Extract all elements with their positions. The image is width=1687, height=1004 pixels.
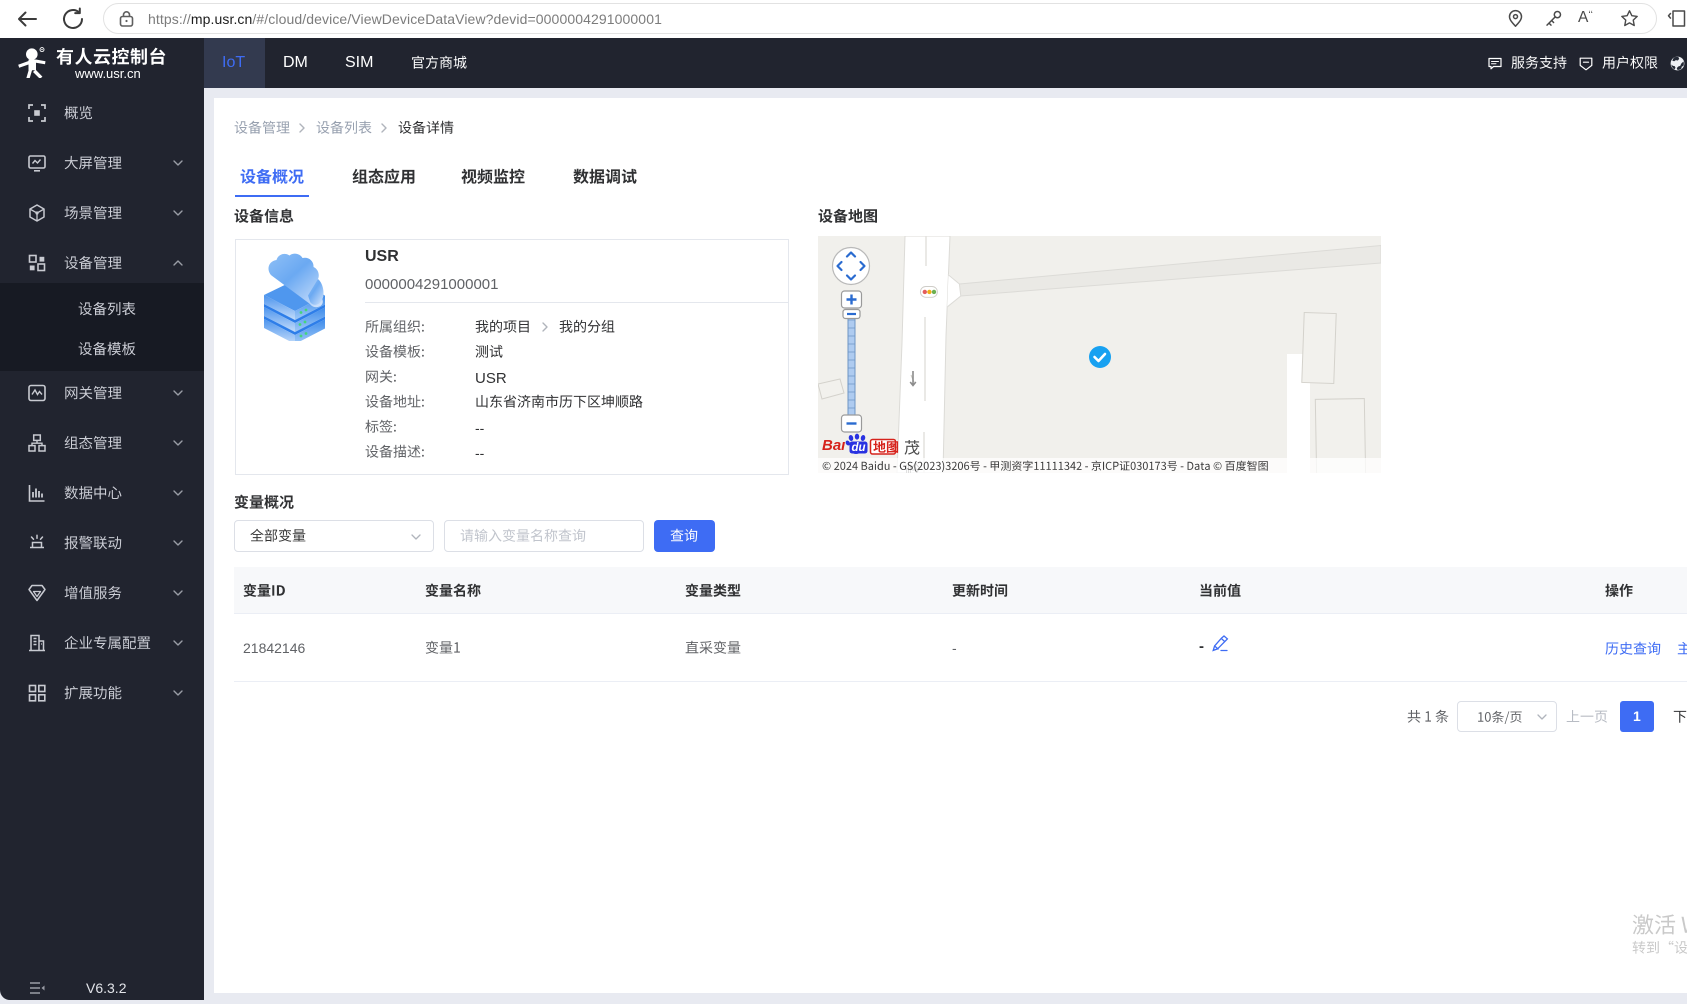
svg-text:du: du <box>852 442 866 454</box>
svg-text:Baı: Baı <box>822 437 845 454</box>
